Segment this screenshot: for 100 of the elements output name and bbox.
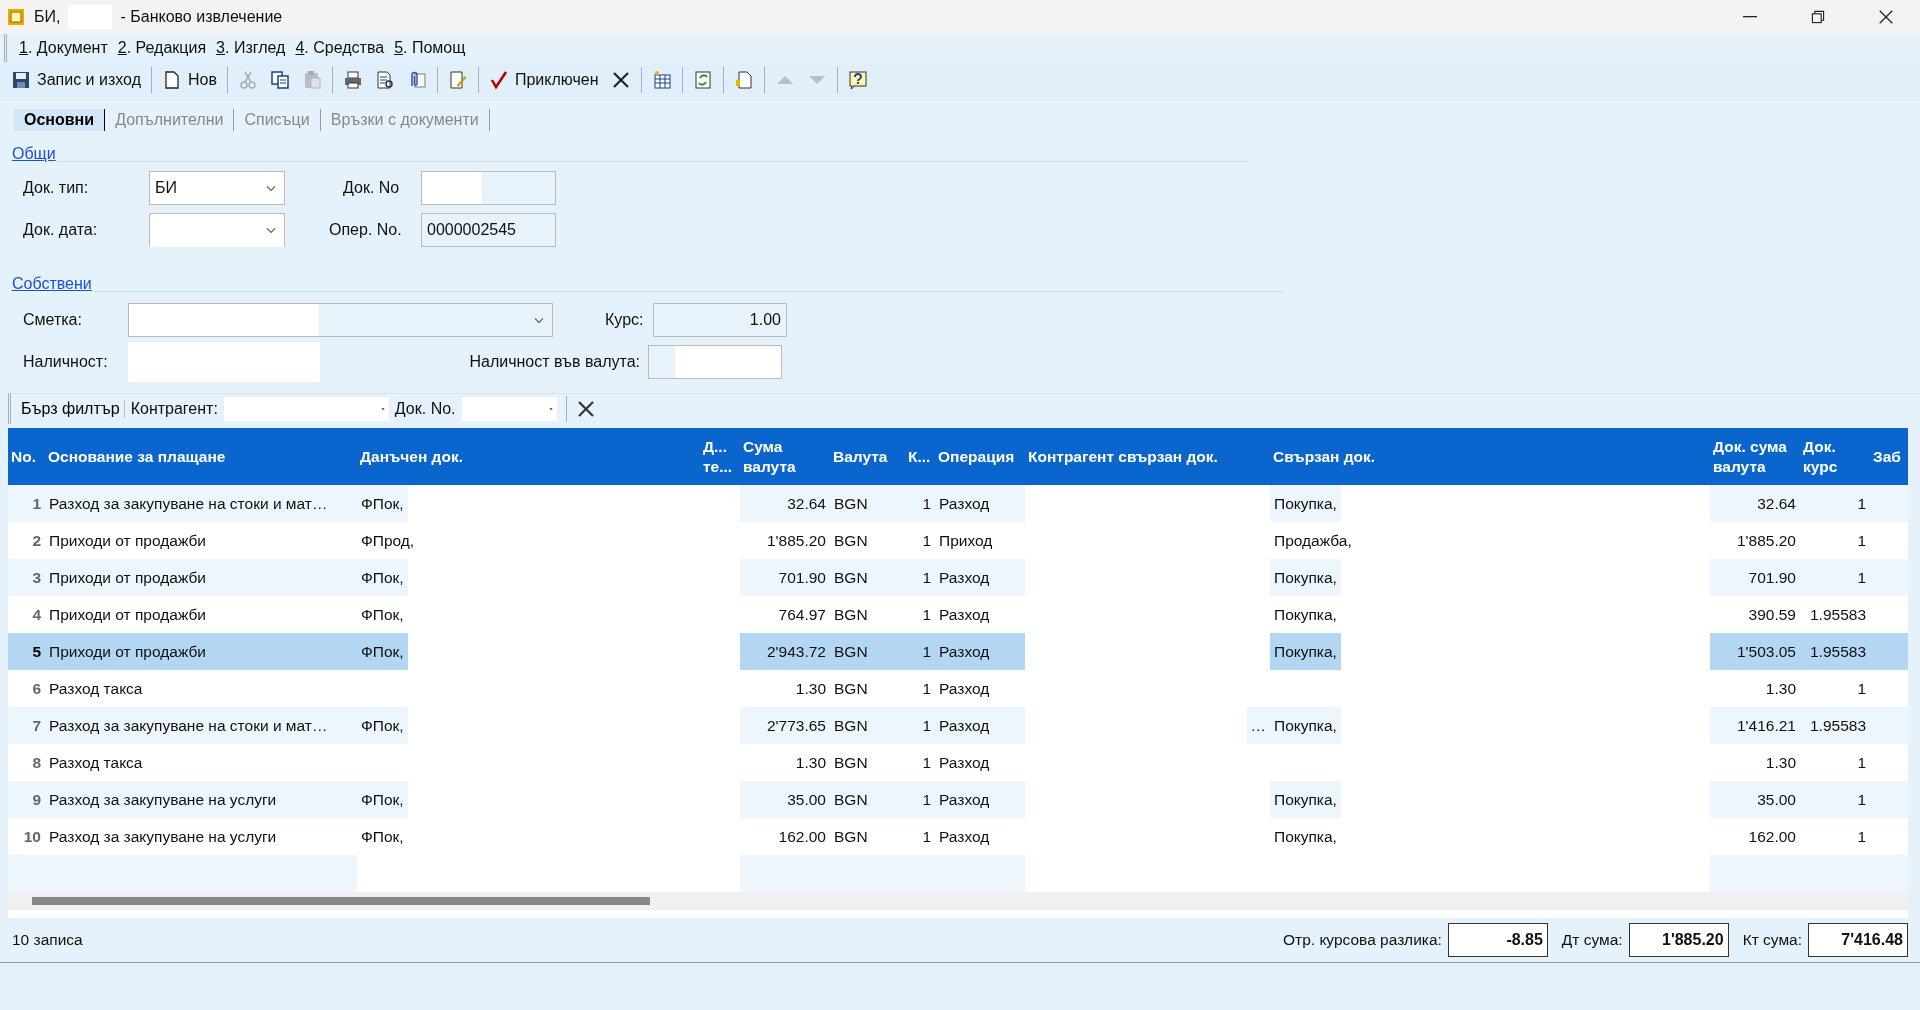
section-heading: Собствени — [12, 275, 92, 293]
table-cell-text: Приходи от продажби — [48, 530, 207, 551]
table-cell-text: 1'503.05 — [1736, 641, 1797, 662]
column-header[interactable]: Заб — [1870, 446, 1908, 467]
oper-number-field[interactable]: 0000002545 — [421, 213, 556, 247]
record-count: 10 записа — [12, 931, 83, 949]
table-cell-text: 1.95583 — [1808, 641, 1867, 662]
table-cell-text: 1 — [921, 789, 932, 810]
table-cell-text: BGN — [833, 567, 869, 588]
table-cell-text: Приходи от продажби — [48, 567, 207, 588]
table-cell-text: 1'416.21 — [1736, 715, 1797, 736]
doc-type-select[interactable]: БИ — [149, 171, 285, 205]
column-header[interactable]: Основание за плащане — [45, 446, 357, 467]
menu-item[interactable]: 4. Средства — [295, 39, 385, 57]
help-icon — [847, 69, 868, 90]
column-header[interactable]: Док. курс — [1800, 437, 1870, 476]
table-row[interactable]: 1 Разход за закупуване на стоки и мат… ФПок, 32.64 BGN 1 Разход Покупка, 32.64 1 — [8, 485, 1908, 522]
table-cell-text: Разход — [938, 567, 991, 588]
table-cell-text: 1.30 — [794, 752, 827, 773]
table-cell: … — [1246, 707, 1270, 744]
toolbar-button[interactable]: Запис и изход — [6, 65, 146, 94]
menu-item[interactable]: 5. Помощ — [394, 39, 466, 57]
table-cell-text: 1.95583 — [1808, 715, 1867, 736]
field-label: Док. дата: — [23, 221, 99, 239]
scrollbar-thumb[interactable] — [32, 897, 650, 905]
total-label: Дт сума: — [1561, 931, 1623, 949]
column-header[interactable]: Д... те... — [700, 437, 740, 476]
column-header[interactable]: Операция — [935, 446, 1025, 467]
table-row[interactable]: 9 Разход за закупуване на услуги ФПок, 35.00 BGN 1 Разход Покупка, 35.00 1 — [8, 781, 1908, 818]
account-select[interactable] — [128, 303, 553, 337]
filter-label: Док. No. — [394, 400, 456, 418]
table-cell-text: Разход — [938, 826, 991, 847]
row-number: 3 — [31, 567, 42, 588]
table-cell-text: 1 — [1856, 752, 1867, 773]
table-cell-text: 1 — [921, 604, 932, 625]
field-label: Док. No — [343, 179, 401, 197]
copy-icon — [269, 69, 290, 90]
quick-filter-button[interactable]: Бърз филтър — [21, 400, 125, 418]
table-cell-text: Разход — [938, 678, 991, 699]
table-row[interactable]: 7 Разход за закупуване на стоки и мат… ФПок, 2'773.65 BGN 1 Разход … Покупка, 1'416.21 1.95583 — [8, 707, 1908, 744]
doc-number-field[interactable] — [421, 171, 556, 205]
table-cell-text: 701.90 — [1747, 567, 1797, 588]
cross-icon — [575, 399, 596, 419]
doc-number-filter-field[interactable] — [461, 397, 557, 421]
table-cell: Покупка, — [1270, 633, 1341, 670]
table-cell-text: BGN — [833, 530, 869, 551]
table-cell-text: 162.00 — [777, 826, 827, 847]
horizontal-scrollbar[interactable] — [8, 892, 1908, 910]
close-icon — [1877, 8, 1895, 26]
column-header[interactable]: Сума валута — [740, 437, 830, 476]
doc-date-select[interactable] — [149, 213, 285, 247]
column-header[interactable]: Данъчен док. — [357, 446, 700, 467]
cut-icon — [237, 69, 258, 90]
table-row[interactable]: 3 Приходи от продажби ФПок, 701.90 BGN 1 Разход Покупка, 701.90 1 — [8, 559, 1908, 596]
table-cell-text: 2'943.72 — [766, 641, 827, 662]
row-number: 4 — [31, 604, 42, 625]
table-cell-text: 1 — [921, 678, 932, 699]
table-row[interactable]: 5 Приходи от продажби ФПок, 2'943.72 BGN 1 Разход Покупка, 1'503.05 1.95583 — [8, 633, 1908, 670]
column-header[interactable]: Контрагент свързан док. — [1025, 446, 1270, 467]
column-header[interactable]: Док. сума валута — [1710, 437, 1800, 476]
table-icon — [651, 69, 672, 90]
toolbar-button[interactable]: Приключен — [483, 65, 604, 94]
row-number: 2 — [31, 530, 42, 551]
table-cell: ФПок, — [357, 633, 408, 670]
table-cell-text: Разход — [938, 789, 991, 810]
column-header[interactable]: К... — [905, 446, 935, 467]
table-cell: Покупка, — [1270, 485, 1341, 522]
fx-balance-field[interactable] — [648, 345, 782, 379]
rate-field[interactable]: 1.00 — [653, 303, 787, 337]
row-number: 5 — [31, 641, 42, 662]
refresh-icon — [692, 69, 713, 90]
table-cell-text: Разход — [938, 752, 991, 773]
table-cell-text: 35.00 — [1756, 789, 1797, 810]
menu-item[interactable]: 2. Редакция — [117, 39, 207, 57]
column-header[interactable]: Валута — [830, 446, 905, 467]
table-cell-text: 1 — [1856, 678, 1867, 699]
field-label: Опер. No. — [329, 221, 403, 239]
menu-item[interactable]: 3. Изглед — [216, 39, 286, 57]
column-header[interactable]: No. — [8, 446, 45, 467]
row-number: 8 — [31, 752, 42, 773]
contragent-filter-field[interactable] — [223, 397, 389, 421]
filter-label: Контрагент: — [130, 400, 218, 418]
row-number: 6 — [31, 678, 42, 699]
table-cell-text: 162.00 — [1747, 826, 1797, 847]
table-cell-text: 35.00 — [786, 789, 827, 810]
menu-item[interactable]: 1. Документ — [19, 39, 108, 57]
printer-icon — [342, 69, 363, 90]
table-cell-text: Разход за закупуване на услуги — [48, 789, 278, 810]
table-cell-text: 1 — [1856, 530, 1867, 551]
row-number: 9 — [31, 789, 42, 810]
table-cell: ФПок, — [357, 707, 408, 744]
tab[interactable]: Основни — [14, 109, 106, 131]
table-cell-text: 1'885.20 — [766, 530, 827, 551]
table-cell-text: Приходи от продажби — [48, 641, 207, 662]
total-value: 7'416.48 — [1808, 923, 1908, 957]
table-cell-text: Разход — [938, 715, 991, 736]
table-cell-text: 701.90 — [777, 567, 827, 588]
column-header[interactable]: Свързан док. — [1270, 446, 1710, 467]
table-cell: Покупка, — [1270, 707, 1341, 744]
toolbar-button[interactable]: Нов — [156, 65, 222, 94]
